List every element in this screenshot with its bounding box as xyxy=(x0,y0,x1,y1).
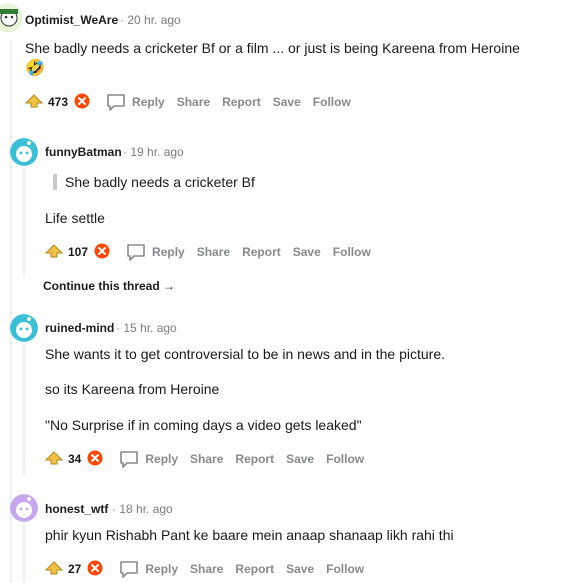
meta-dot: · xyxy=(123,145,127,159)
follow-button[interactable]: Follow xyxy=(326,452,364,466)
meta-dot: · xyxy=(116,321,120,335)
snoo-avatar-icon xyxy=(10,138,38,166)
reply-button[interactable]: Reply xyxy=(126,243,185,261)
comment-meta: · 19 hr. ago xyxy=(123,145,184,159)
action-row: 473 Reply Share Report Save Follow xyxy=(24,90,363,114)
continue-thread-link[interactable]: Continue this thread → xyxy=(43,279,175,293)
share-button[interactable]: Share xyxy=(190,562,223,576)
reply-bubble-icon xyxy=(127,244,145,261)
reply-button[interactable]: Reply xyxy=(119,450,178,468)
vote-count: 34 xyxy=(68,452,82,466)
reply-label: Reply xyxy=(132,95,165,109)
comment-meta: · 15 hr. ago xyxy=(116,321,177,335)
comment-username[interactable]: funnyBatman xyxy=(45,145,122,159)
vote-count: 27 xyxy=(68,562,82,576)
comment-username[interactable]: Optimist_WeAre xyxy=(25,13,118,27)
meta-dot: · xyxy=(120,13,124,27)
comment-meta: · 18 hr. ago xyxy=(112,502,173,516)
downvote-icon[interactable] xyxy=(74,93,90,112)
comment-body-line: so its Kareena from Heroine xyxy=(45,381,220,397)
action-row: 107 Reply Share Report Save Follow xyxy=(44,240,383,264)
avatar[interactable] xyxy=(0,4,22,32)
upvote-icon[interactable] xyxy=(44,243,64,261)
downvote-icon[interactable] xyxy=(94,243,110,262)
vote-count: 107 xyxy=(68,245,89,259)
avatar[interactable] xyxy=(10,138,38,166)
save-button[interactable]: Save xyxy=(273,95,301,109)
snoo-avatar-icon xyxy=(10,314,38,342)
report-button[interactable]: Report xyxy=(235,452,274,466)
reply-label: Reply xyxy=(145,452,179,466)
report-button[interactable]: Report xyxy=(242,245,281,259)
report-button[interactable]: Report xyxy=(222,95,261,109)
reply-bubble-icon xyxy=(120,451,139,468)
share-button[interactable]: Share xyxy=(177,95,210,109)
reply-button[interactable]: Reply xyxy=(106,93,165,111)
comment-timestamp[interactable]: 15 hr. ago xyxy=(123,321,176,335)
comment-timestamp[interactable]: 18 hr. ago xyxy=(119,502,172,516)
save-button[interactable]: Save xyxy=(286,562,314,576)
vote-count: 473 xyxy=(48,95,69,109)
downvote-icon[interactable] xyxy=(87,560,103,579)
action-row: 27 Reply Share Report Save Follow xyxy=(44,557,376,581)
meta-dot: · xyxy=(112,502,116,516)
continue-arrow-icon: → xyxy=(163,279,176,293)
save-button[interactable]: Save xyxy=(286,452,314,466)
comment-body: Life settle xyxy=(45,210,105,226)
comment-body-line: "No Surprise if in coming days a video g… xyxy=(45,417,362,433)
reply-label: Reply xyxy=(145,562,179,576)
report-button[interactable]: Report xyxy=(235,562,274,576)
thread-line-nested[interactable] xyxy=(23,168,25,278)
comment-body-line: She wants it to get controversial to be … xyxy=(45,346,446,362)
downvote-icon[interactable] xyxy=(87,450,103,469)
comment-username[interactable]: honest_wtf xyxy=(45,502,108,516)
comment-quote: She badly needs a cricketer Bf xyxy=(53,174,255,190)
comment-body: She badly needs a cricketer Bf or a film… xyxy=(25,40,520,56)
share-button[interactable]: Share xyxy=(197,245,230,259)
action-row: 34 Reply Share Report Save Follow xyxy=(44,447,376,471)
upvote-icon[interactable] xyxy=(24,93,44,111)
reply-button[interactable]: Reply xyxy=(119,560,178,578)
comment-username[interactable]: ruined-mind xyxy=(45,321,114,335)
thread-line-nested[interactable] xyxy=(23,524,25,583)
upvote-icon[interactable] xyxy=(44,450,64,468)
follow-button[interactable]: Follow xyxy=(313,95,351,109)
avatar[interactable] xyxy=(10,314,38,342)
comment-meta: · 20 hr. ago xyxy=(120,13,181,27)
snoo-avatar-icon xyxy=(10,494,38,522)
follow-button[interactable]: Follow xyxy=(326,562,364,576)
snoo-avatar-icon xyxy=(0,4,22,32)
comment-body: phir kyun Rishabh Pant ke baare mein ana… xyxy=(45,527,454,543)
upvote-icon[interactable] xyxy=(44,560,64,578)
comment-timestamp[interactable]: 20 hr. ago xyxy=(127,13,180,27)
reply-bubble-icon xyxy=(120,561,139,578)
share-button[interactable]: Share xyxy=(190,452,223,466)
emoji: 🤣 xyxy=(25,60,45,77)
follow-button[interactable]: Follow xyxy=(333,245,371,259)
avatar[interactable] xyxy=(10,494,38,522)
continue-thread-label: Continue this thread xyxy=(43,279,160,293)
thread-line-nested[interactable] xyxy=(23,345,25,475)
reply-label: Reply xyxy=(152,245,185,259)
save-button[interactable]: Save xyxy=(293,245,321,259)
comment-timestamp[interactable]: 19 hr. ago xyxy=(130,145,183,159)
reply-bubble-icon xyxy=(107,94,125,111)
